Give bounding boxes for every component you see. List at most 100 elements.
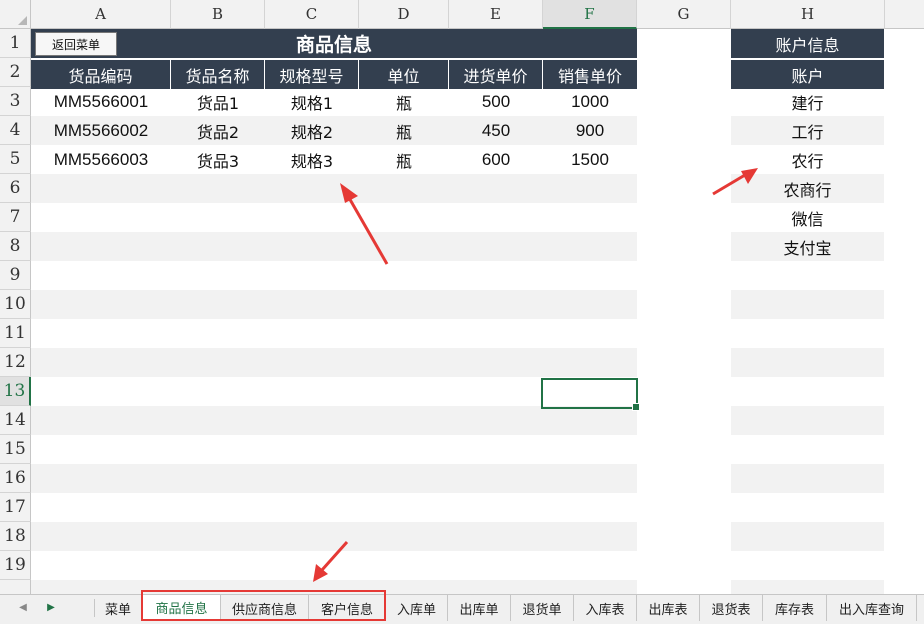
row-header-6[interactable]: 6	[0, 174, 31, 203]
product-cell[interactable]: 1500	[543, 145, 637, 174]
account-item-cell[interactable]: 支付宝	[731, 232, 884, 261]
row-header-1[interactable]: 1	[0, 29, 31, 58]
row-stripe	[731, 580, 884, 594]
product-header-label: 货品名称	[185, 66, 250, 86]
column-header-a[interactable]: A	[31, 0, 171, 29]
product-cell[interactable]: 瓶	[359, 87, 449, 116]
sheet-tab-11[interactable]: 库存表	[763, 595, 827, 621]
product-cell[interactable]: 1000	[543, 87, 637, 116]
row-stripe	[31, 464, 637, 493]
sheet-tab-4[interactable]: 客户信息	[309, 595, 386, 621]
sheet-tab-3[interactable]: 供应商信息	[221, 595, 309, 621]
tab-divider	[94, 599, 95, 617]
row-stripe	[31, 348, 637, 377]
column-header-c[interactable]: C	[265, 0, 359, 29]
row-header-17[interactable]: 17	[0, 493, 31, 522]
spreadsheet-grid: ABCDEFGH 1 2 3 4 5 6 7 8 9 10 11 12 13 14 15 16 17 18 19 商…	[0, 0, 924, 594]
row-header-10[interactable]: 10	[0, 290, 31, 319]
sheet-tab-8[interactable]: 入库表	[574, 595, 637, 621]
product-cell[interactable]: 瓶	[359, 116, 449, 145]
sheet-tab-bar: ◀ ▶ 菜单 商品信息 供应商信息 客户信息 入库单 出库单 退货单 入库表 出库表 退货表 库存表…	[0, 594, 924, 624]
row-header-13[interactable]: 13	[0, 377, 31, 406]
column-header-h[interactable]: H	[731, 0, 885, 29]
account-header-cell: 账户	[731, 59, 884, 89]
row-header-16[interactable]: 16	[0, 464, 31, 493]
column-header-d[interactable]: D	[359, 0, 449, 29]
row-header-14[interactable]: 14	[0, 406, 31, 435]
product-cell[interactable]: 货品1	[171, 87, 265, 116]
product-cell[interactable]: MM5566002	[31, 116, 171, 145]
row-header-11[interactable]: 11	[0, 319, 31, 348]
active-cell-selection[interactable]	[541, 378, 640, 411]
account-item-cell[interactable]: 工行	[731, 116, 884, 145]
product-header-label: 进货单价	[463, 66, 528, 86]
row-header-9[interactable]: 9	[0, 261, 31, 290]
column-header-b[interactable]: B	[171, 0, 265, 29]
product-cell[interactable]: 货品2	[171, 116, 265, 145]
account-item-cell[interactable]: 微信	[731, 203, 884, 232]
column-header-g[interactable]: G	[637, 0, 731, 29]
row-header-8[interactable]: 8	[0, 232, 31, 261]
row-stripe	[731, 406, 884, 435]
row-stripe	[31, 406, 637, 435]
product-header-label: 销售单价	[557, 66, 622, 86]
row-stripe	[31, 580, 637, 594]
sheet-tab-6[interactable]: 出库单	[448, 595, 511, 621]
back-to-menu-button[interactable]: 返回菜单	[35, 32, 117, 56]
row-header-4[interactable]: 4	[0, 116, 31, 145]
sheet-tab-5[interactable]: 入库单	[386, 595, 448, 621]
product-cell[interactable]: 货品3	[171, 145, 265, 174]
product-cell[interactable]: MM5566003	[31, 145, 171, 174]
column-header-e[interactable]: E	[449, 0, 543, 29]
row-stripe	[731, 348, 884, 377]
product-header-label: 单位	[387, 66, 420, 86]
product-cell[interactable]: 规格3	[265, 145, 359, 174]
row-stripe	[31, 522, 637, 551]
sheet-tab-12[interactable]: 出入库查询	[827, 595, 917, 621]
product-header-label: 货品编码	[68, 66, 133, 86]
row-stripe	[731, 464, 884, 493]
account-header-label: 账户	[791, 66, 824, 86]
row-header-3[interactable]: 3	[0, 87, 31, 116]
sheet-tab-10[interactable]: 退货表	[700, 595, 763, 621]
product-header-cell: 单位	[359, 59, 449, 89]
row-stripe	[731, 522, 884, 551]
sheet-tab-2[interactable]: 商品信息	[143, 595, 221, 621]
triangle-right-icon[interactable]: ▶	[44, 602, 58, 613]
product-cell[interactable]: 瓶	[359, 145, 449, 174]
account-item-cell[interactable]: 农行	[731, 145, 884, 174]
column-header-f[interactable]: F	[543, 0, 637, 29]
row-header-15[interactable]: 15	[0, 435, 31, 464]
select-all-corner-icon[interactable]	[0, 0, 31, 29]
row-header-2[interactable]: 2	[0, 58, 31, 87]
product-table-title: 商品信息	[295, 34, 372, 56]
product-cell[interactable]: 500	[449, 87, 543, 116]
row-header-7[interactable]: 7	[0, 203, 31, 232]
row-stripe	[731, 290, 884, 319]
triangle-left-icon[interactable]: ◀	[16, 602, 30, 613]
row-header-18[interactable]: 18	[0, 522, 31, 551]
product-cell[interactable]: 600	[449, 145, 543, 174]
product-cell[interactable]: 900	[543, 116, 637, 145]
product-table-title-bar: 商品信息	[31, 29, 637, 58]
column-header-blank	[885, 0, 924, 29]
account-table-title-bar: 账户信息	[731, 29, 884, 58]
product-cell[interactable]: MM5566001	[31, 87, 171, 116]
sheet-tab-7[interactable]: 退货单	[511, 595, 574, 621]
sheet-tab-9[interactable]: 出库表	[637, 595, 700, 621]
row-header-19[interactable]: 19	[0, 551, 31, 580]
row-stripe	[31, 232, 637, 261]
account-item-cell[interactable]: 农商行	[731, 174, 884, 203]
product-cell[interactable]: 450	[449, 116, 543, 145]
account-item-cell[interactable]: 建行	[731, 87, 884, 116]
product-cell[interactable]: 规格1	[265, 87, 359, 116]
product-header-cell: 进货单价	[449, 59, 543, 89]
row-header-12[interactable]: 12	[0, 348, 31, 377]
product-header-cell: 货品编码	[31, 59, 171, 89]
product-header-cell: 货品名称	[171, 59, 265, 89]
row-header-5[interactable]: 5	[0, 145, 31, 174]
sheet-tab-1[interactable]: 菜单	[94, 595, 143, 621]
product-header-cell: 规格型号	[265, 59, 359, 89]
product-cell[interactable]: 规格2	[265, 116, 359, 145]
product-header-cell: 销售单价	[543, 59, 637, 89]
